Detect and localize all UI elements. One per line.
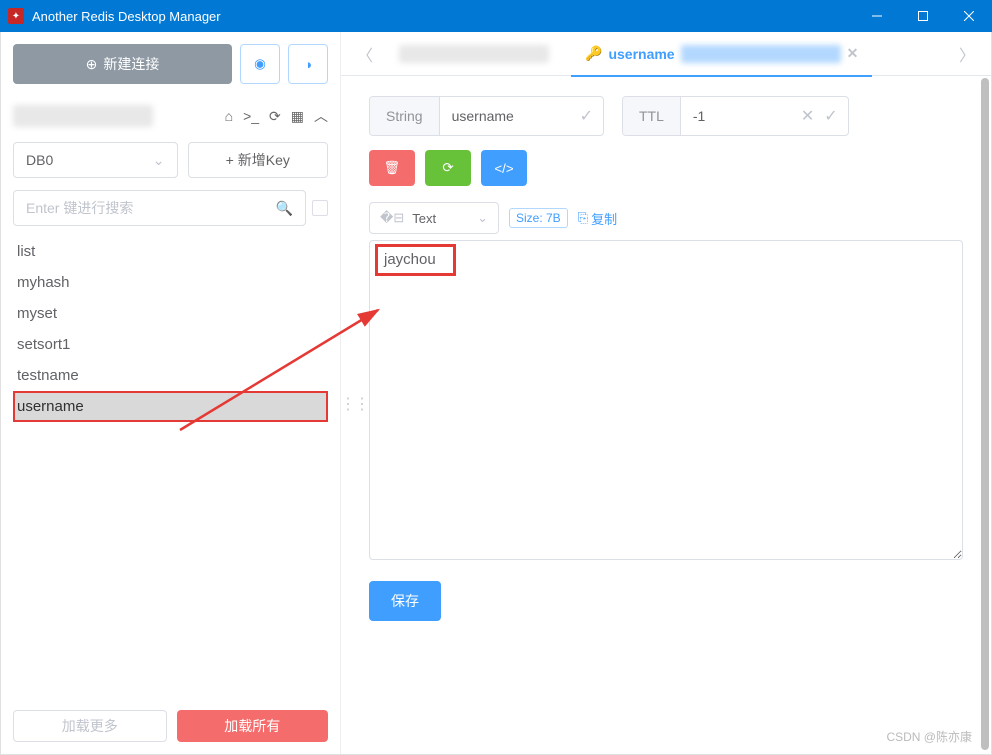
db-selector-value: DB0 <box>26 152 53 168</box>
watermark: CSDN @陈亦康 <box>886 728 972 745</box>
tab-active[interactable]: 🔑 username ✕ <box>571 32 872 76</box>
delete-button[interactable]: 🗑 <box>369 150 415 186</box>
code-button[interactable]: </> <box>481 150 527 186</box>
check-icon[interactable]: ✓ <box>824 106 837 126</box>
key-icon: 🔑 <box>585 45 602 62</box>
plus-icon: + <box>226 152 234 168</box>
clock-icon: ◑ <box>304 57 312 72</box>
main-panel: 〈 🔑 username ✕ 〉 String ✓ TTL <box>341 32 991 754</box>
db-selector[interactable]: DB0 ⌄ <box>13 142 178 178</box>
ttl-group: TTL ✕ ✓ <box>622 96 849 136</box>
save-button[interactable]: 保存 <box>369 581 441 621</box>
settings-button[interactable]: ◉ <box>240 44 280 84</box>
copy-label: 复制 <box>591 209 617 228</box>
trash-icon: 🗑 <box>384 160 401 176</box>
tab-suffix-blurred <box>681 45 841 63</box>
key-item[interactable]: testname <box>13 360 328 391</box>
titlebar: ✦ Another Redis Desktop Manager <box>0 0 992 32</box>
ttl-label: TTL <box>623 97 681 135</box>
chevron-down-icon: ⌄ <box>153 152 165 169</box>
refresh-icon: ⟳ <box>442 160 453 176</box>
format-value: Text <box>412 211 436 226</box>
search-icon: 🔍 <box>276 200 293 217</box>
size-badge: Size: 7B <box>509 208 568 228</box>
tab-active-label: username <box>608 46 674 62</box>
new-connection-button[interactable]: ⊕ 新建连接 <box>13 44 232 84</box>
tree-icon: �⊟ <box>380 210 404 226</box>
code-icon: </> <box>494 161 513 176</box>
add-key-button[interactable]: + 新增Key <box>188 142 329 178</box>
new-connection-label: 新建连接 <box>103 54 159 74</box>
key-item[interactable]: myhash <box>13 267 328 298</box>
key-type-group: String ✓ <box>369 96 604 136</box>
refresh-button[interactable]: ⟳ <box>425 150 471 186</box>
exact-match-checkbox[interactable] <box>312 200 328 216</box>
app-title: Another Redis Desktop Manager <box>32 9 221 24</box>
search-input[interactable]: Enter 键进行搜索 🔍 <box>13 190 306 226</box>
log-button[interactable]: ◑ <box>288 44 328 84</box>
collapse-icon[interactable]: ︿ <box>314 106 328 126</box>
grid-icon[interactable]: ▦ <box>291 108 304 125</box>
minimize-button[interactable] <box>854 0 900 32</box>
key-name-input[interactable] <box>440 97 570 135</box>
gear-icon: ◉ <box>254 56 266 72</box>
check-icon[interactable]: ✓ <box>580 106 593 126</box>
resize-handle[interactable]: ⋮⋮ <box>340 394 368 414</box>
search-placeholder: Enter 键进行搜索 <box>26 198 133 218</box>
app-icon: ✦ <box>8 8 24 24</box>
tab-close-icon[interactable]: ✕ <box>847 45 859 62</box>
tab-scroll-right[interactable]: 〉 <box>955 42 979 66</box>
load-all-button[interactable]: 加载所有 <box>177 710 329 742</box>
value-textarea[interactable] <box>369 240 963 560</box>
chevron-down-icon: ⌄ <box>477 210 488 226</box>
add-key-label: 新增Key <box>238 150 290 170</box>
refresh-icon[interactable]: ⟳ <box>269 108 281 125</box>
scrollbar[interactable] <box>981 78 989 750</box>
clear-icon[interactable]: ✕ <box>801 106 814 126</box>
connection-name <box>13 105 153 127</box>
type-label: String <box>370 97 440 135</box>
sidebar: ⊕ 新建连接 ◉ ◑ ⌂ >_ ⟳ ▦ ︿ DB0 ⌄ + 新增Key <box>1 32 341 754</box>
connection-header[interactable]: ⌂ >_ ⟳ ▦ ︿ <box>13 102 328 130</box>
home-icon[interactable]: ⌂ <box>225 108 233 124</box>
close-button[interactable] <box>946 0 992 32</box>
tab-label-blurred <box>399 45 549 63</box>
key-item[interactable]: myset <box>13 298 328 329</box>
key-item[interactable]: username <box>13 391 328 422</box>
copy-icon: ⎘ <box>578 210 588 226</box>
tab-inactive[interactable] <box>385 32 563 76</box>
tab-scroll-left[interactable]: 〈 <box>353 42 377 66</box>
key-item[interactable]: setsort1 <box>13 329 328 360</box>
copy-button[interactable]: ⎘ 复制 <box>578 209 617 228</box>
format-selector[interactable]: �⊟ Text ⌄ <box>369 202 499 234</box>
key-list: listmyhashmysetsetsort1testnameusername <box>13 236 328 702</box>
maximize-button[interactable] <box>900 0 946 32</box>
key-item[interactable]: list <box>13 236 328 267</box>
terminal-icon[interactable]: >_ <box>243 108 259 124</box>
tab-bar: 〈 🔑 username ✕ 〉 <box>341 32 991 76</box>
plus-circle-icon: ⊕ <box>86 56 98 73</box>
ttl-input[interactable] <box>681 97 791 135</box>
load-more-button[interactable]: 加载更多 <box>13 710 167 742</box>
